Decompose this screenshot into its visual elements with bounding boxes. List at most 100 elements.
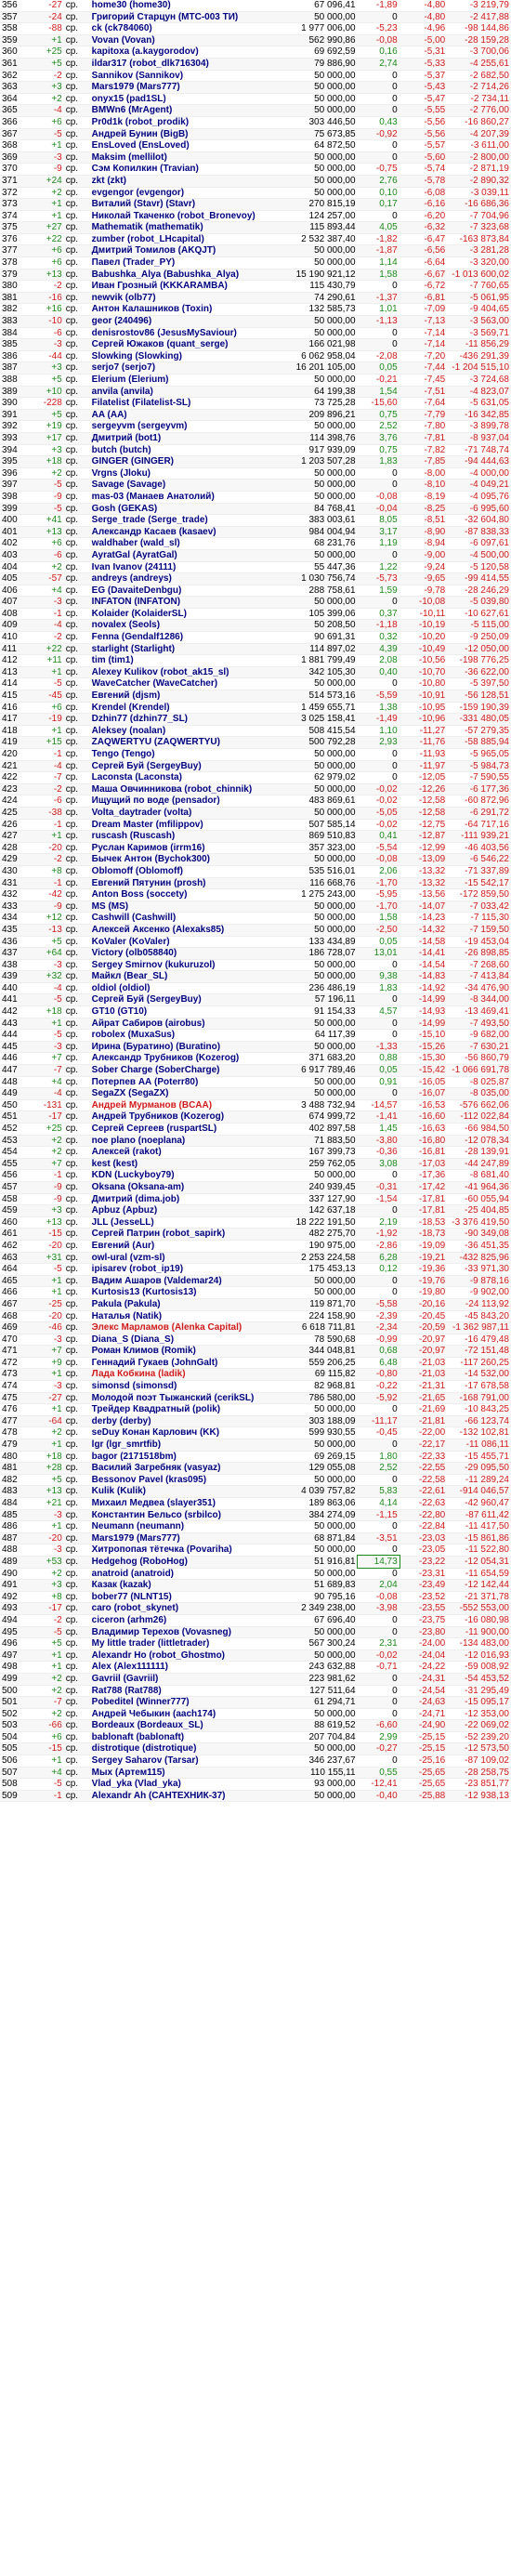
- name-cell[interactable]: Наталья (Natik): [89, 1310, 290, 1323]
- name-cell[interactable]: Казак (kazak): [89, 1579, 290, 1592]
- name-cell[interactable]: Элекс Марламов (Alenka Capital): [89, 1321, 290, 1334]
- name-cell[interactable]: Алексей Аксенко (Alexaks85): [89, 924, 290, 937]
- name-cell[interactable]: Александр Касаев (kasaev): [89, 526, 290, 539]
- name-cell[interactable]: kapitoxa (a.kaygorodov): [89, 46, 290, 59]
- name-cell[interactable]: Savage (Savage): [89, 479, 290, 492]
- name-cell[interactable]: home30 (home30): [89, 0, 290, 12]
- name-cell[interactable]: Руслан Каримов (irrm16): [89, 842, 290, 855]
- name-cell[interactable]: Alex (Alex111111): [89, 1661, 290, 1674]
- name-cell[interactable]: lgr (lgr_smrtfib): [89, 1439, 290, 1452]
- name-cell[interactable]: MS (MS): [89, 900, 290, 913]
- name-cell[interactable]: serjo7 (serjo7): [89, 361, 290, 375]
- name-cell[interactable]: Александр Трубников (Kozerog): [89, 1052, 290, 1066]
- name-cell[interactable]: EG (DavaiteDenbgu): [89, 585, 290, 598]
- name-cell[interactable]: Дмитрий (dima.job): [89, 1193, 290, 1206]
- name-cell[interactable]: Владимир Терехов (Vovasneg): [89, 1626, 290, 1639]
- name-cell[interactable]: bablonaft (bablonaft): [89, 1731, 290, 1744]
- name-cell[interactable]: Ирина (Буратино) (Buratino): [89, 1041, 290, 1054]
- name-cell[interactable]: Alexandr Ah (САНТЕХНИК-37): [89, 1790, 290, 1803]
- name-cell[interactable]: distrotique (distrotique): [89, 1742, 290, 1756]
- name-cell[interactable]: Maksim (mellilot): [89, 151, 290, 164]
- name-cell[interactable]: Mars1979 (Mars777): [89, 81, 290, 94]
- name-cell[interactable]: Мых (Артем115): [89, 1767, 290, 1780]
- name-cell[interactable]: bagor (2171518bm): [89, 1451, 290, 1464]
- name-cell[interactable]: noe plano (noeplana): [89, 1135, 290, 1148]
- name-cell[interactable]: BMWn6 (MrAgent): [89, 104, 290, 117]
- name-cell[interactable]: Вадим Ашаров (Valdemar24): [89, 1275, 290, 1288]
- name-cell[interactable]: Николай Ткаченко (robot_Bronevoy): [89, 210, 290, 223]
- name-cell[interactable]: Bordeaux (Bordeaux_SL): [89, 1719, 290, 1732]
- name-cell[interactable]: Андрей Чебыкин (aach174): [89, 1708, 290, 1721]
- name-cell[interactable]: Потерпев АА (Poterr80): [89, 1076, 290, 1089]
- name-cell[interactable]: Михаил Медвеа (slayer351): [89, 1497, 290, 1510]
- name-cell[interactable]: bober77 (NLNT15): [89, 1591, 290, 1604]
- name-cell[interactable]: zkt (zkt): [89, 175, 290, 188]
- name-cell[interactable]: denisrostov86 (JesusMySaviour): [89, 327, 290, 340]
- name-cell[interactable]: JLL (JesseLL): [89, 1216, 290, 1229]
- name-cell[interactable]: Aleksey (noalan): [89, 725, 290, 738]
- name-cell[interactable]: GT10 (GT10): [89, 1005, 290, 1019]
- name-cell[interactable]: anvila (anvila): [89, 386, 290, 399]
- name-cell[interactable]: Бычек Антон (Bychok300): [89, 853, 290, 866]
- name-cell[interactable]: GINGER (GINGER): [89, 455, 290, 468]
- name-cell[interactable]: Serge_trade (Serge_trade): [89, 514, 290, 527]
- name-cell[interactable]: Vovan (Vovan): [89, 34, 290, 47]
- name-cell[interactable]: INFATON (INFATON): [89, 596, 290, 609]
- name-cell[interactable]: Sergey Saharov (Tarsar): [89, 1755, 290, 1768]
- name-cell[interactable]: ruscash (Ruscash): [89, 830, 290, 843]
- name-cell[interactable]: sergeyvm (sergeyvm): [89, 420, 290, 433]
- name-cell[interactable]: Alexandr Ho (robot_Ghostmo): [89, 1649, 290, 1663]
- name-cell[interactable]: Krendel (Krendel): [89, 702, 290, 715]
- name-cell[interactable]: Oksana (Oksana-am): [89, 1181, 290, 1194]
- name-cell[interactable]: mas-03 (Манаев Анатолий): [89, 491, 290, 504]
- name-cell[interactable]: novalex (Seols): [89, 619, 290, 633]
- name-cell[interactable]: Vlad_yka (Vlad_yka): [89, 1778, 290, 1791]
- name-cell[interactable]: Fenna (Gendalf1286): [89, 631, 290, 644]
- name-cell[interactable]: AA (AA): [89, 409, 290, 422]
- name-cell[interactable]: Victory (olb058840): [89, 947, 290, 960]
- name-cell[interactable]: Pr0d1k (robot_prodik): [89, 116, 290, 129]
- name-cell[interactable]: Anton Boss (soccety): [89, 888, 290, 901]
- name-cell[interactable]: robolex (MuxaSus): [89, 1029, 290, 1042]
- name-cell[interactable]: Apbuz (Apbuz): [89, 1204, 290, 1217]
- name-cell[interactable]: WaveCatcher (WaveCatcher): [89, 677, 290, 691]
- name-cell[interactable]: My little trader (littletrader): [89, 1637, 290, 1650]
- name-cell[interactable]: Роман Климов (Romik): [89, 1345, 290, 1358]
- name-cell[interactable]: Сергей Южаков (quant_serge): [89, 338, 290, 351]
- name-cell[interactable]: oldiol (oldiol): [89, 982, 290, 995]
- name-cell[interactable]: Gosh (GEKAS): [89, 503, 290, 516]
- name-cell[interactable]: Сергей Патрин (robot_sapirk): [89, 1228, 290, 1241]
- name-cell[interactable]: Laconsta (Laconsta): [89, 771, 290, 784]
- name-cell[interactable]: zumber (robot_LHcapital): [89, 233, 290, 246]
- name-cell[interactable]: andreys (andreys): [89, 572, 290, 585]
- name-cell[interactable]: Alexey Kulikov (robot_ak15_sl): [89, 666, 290, 679]
- name-cell[interactable]: owl-ural (vzm-sl): [89, 1252, 290, 1265]
- name-cell[interactable]: Pakula (Pakula): [89, 1298, 290, 1311]
- name-cell[interactable]: Хитропопая тётечка (Povariha): [89, 1544, 290, 1557]
- name-cell[interactable]: Volta_daytrader (volta): [89, 807, 290, 820]
- name-cell[interactable]: AyratGal (AyratGal): [89, 549, 290, 562]
- name-cell[interactable]: Dzhin77 (dzhin77_SL): [89, 713, 290, 726]
- name-cell[interactable]: EnsLoved (EnsLoved): [89, 139, 290, 152]
- name-cell[interactable]: Маша Овчинникова (robot_chinnik): [89, 783, 290, 796]
- name-cell[interactable]: Сергей Буй (SergeyBuy): [89, 760, 290, 773]
- name-cell[interactable]: ipisarev (robot_ip19): [89, 1263, 290, 1276]
- name-cell[interactable]: Kulik (Kulik): [89, 1485, 290, 1498]
- name-cell[interactable]: Oblomoff (Oblomoff): [89, 865, 290, 878]
- name-cell[interactable]: KDN (Luckyboy79): [89, 1169, 290, 1182]
- name-cell[interactable]: Filatelist (Filatelist-SL): [89, 397, 290, 410]
- name-cell[interactable]: Айрат Сабиров (airobus): [89, 1018, 290, 1031]
- name-cell[interactable]: Diana_S (Diana_S): [89, 1334, 290, 1347]
- name-cell[interactable]: onyx15 (pad1SL): [89, 93, 290, 106]
- name-cell[interactable]: Babushka_Alya (Babushka_Alya): [89, 269, 290, 282]
- name-cell[interactable]: ck (ck784060): [89, 22, 290, 35]
- name-cell[interactable]: Андрей Бунин (BigB): [89, 128, 290, 141]
- name-cell[interactable]: tim (tim1): [89, 654, 290, 667]
- name-cell[interactable]: Dream Master (mfilippov): [89, 819, 290, 832]
- name-cell[interactable]: Pobeditel (Winner777): [89, 1696, 290, 1709]
- name-cell[interactable]: Василий Загребняк (vasyaz): [89, 1462, 290, 1475]
- name-cell[interactable]: Rat788 (Rat788): [89, 1685, 290, 1698]
- name-cell[interactable]: Павел (Trader_PY): [89, 256, 290, 269]
- name-cell[interactable]: Майкл (Bear_SL): [89, 970, 290, 983]
- name-cell[interactable]: Иван Грозный (KKKARAMBA): [89, 280, 290, 293]
